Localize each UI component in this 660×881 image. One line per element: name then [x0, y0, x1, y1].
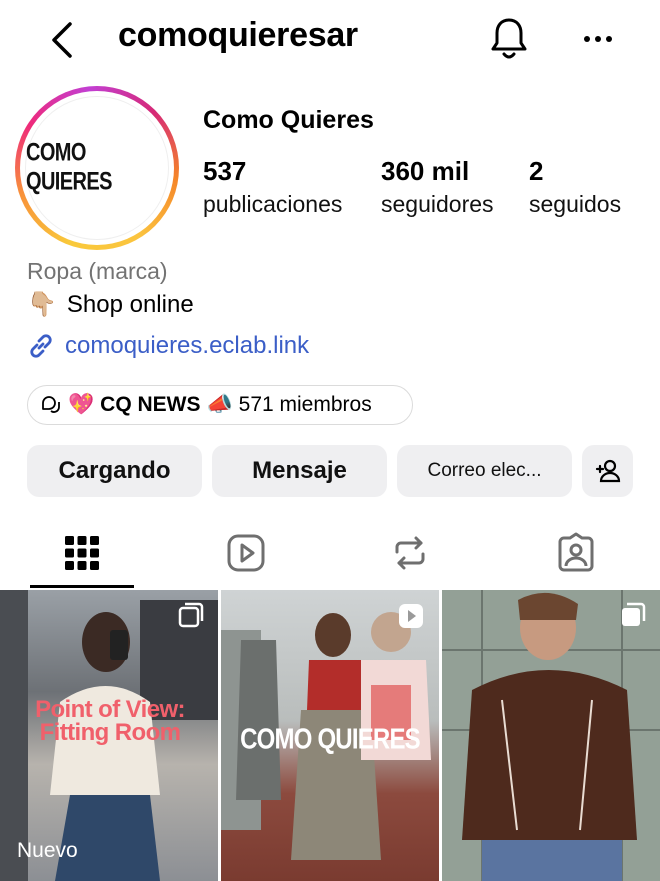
display-name: Como Quieres [203, 106, 374, 134]
add-person-icon [595, 459, 620, 483]
story-ring[interactable]: COMO QUIERES [15, 86, 179, 250]
stat-followers[interactable]: 360 mil seguidores [381, 154, 494, 220]
carousel-icon [178, 602, 204, 628]
channel-members: 571 miembros [238, 393, 372, 416]
avatar-logo-text: COMO QUIERES [26, 139, 112, 196]
stat-followers-value: 360 mil [381, 156, 470, 186]
profile-link[interactable]: comoquieres.eclab.link [27, 332, 309, 360]
channel-emoji-megaphone: 📣 [206, 393, 233, 416]
post-3-photo [442, 590, 660, 881]
more-options-icon[interactable] [582, 26, 614, 52]
channel-name: CQ NEWS [100, 393, 201, 416]
stat-posts-label: publicaciones [203, 191, 343, 217]
stat-followers-label: seguidores [381, 191, 494, 217]
link-icon [30, 334, 52, 358]
post-2-brand-overlay: COMO QUIERES [240, 723, 421, 756]
grid-tab-icon[interactable] [61, 532, 103, 574]
message-button[interactable]: Mensaje [212, 445, 387, 497]
carousel-icon-2 [622, 602, 646, 626]
notifications-bell-icon[interactable] [488, 16, 530, 62]
stat-following-label: seguidos [529, 191, 622, 217]
profile-link-text: comoquieres.eclab.link [65, 332, 310, 359]
avatar[interactable]: COMO QUIERES [25, 96, 169, 240]
reels-tab-icon[interactable] [225, 532, 267, 574]
tagged-tab-icon[interactable] [555, 532, 597, 574]
suggested-users-button[interactable] [582, 445, 633, 497]
pointing-down-emoji: 👇🏼 [27, 291, 57, 318]
profile-username: comoquieresar [118, 16, 358, 54]
profile-category: Ropa (marca) [27, 258, 168, 284]
stat-posts[interactable]: 537 publicaciones [203, 154, 342, 220]
reposts-tab-icon[interactable] [389, 532, 431, 574]
bio-line: 👇🏼 Shop online [27, 290, 194, 319]
back-arrow-icon[interactable] [44, 20, 80, 60]
bio-text: Shop online [66, 290, 194, 318]
follow-button[interactable]: Cargando [27, 445, 202, 497]
email-button[interactable]: Correo elec... [397, 445, 572, 497]
channel-icon [42, 396, 60, 413]
post-1-new-tag: Nuevo [17, 839, 78, 862]
channel-emoji-heart: 💖 [68, 393, 95, 416]
stat-posts-value: 537 [203, 156, 247, 186]
reel-play-icon [399, 604, 423, 628]
grid-post-2[interactable]: COMO QUIERES [221, 590, 439, 881]
grid-post-3[interactable] [442, 590, 660, 881]
post-1-caption: Point of View: Fitting Room [35, 696, 185, 746]
active-tab-indicator [30, 585, 134, 588]
stat-following-value: 2 [529, 156, 544, 186]
stat-following[interactable]: 2 seguidos [529, 154, 621, 220]
broadcast-channel-pill[interactable]: 💖 CQ NEWS 📣 571 miembros [27, 385, 413, 425]
grid-post-1[interactable]: Point of View: Fitting Room Nuevo [0, 590, 218, 881]
